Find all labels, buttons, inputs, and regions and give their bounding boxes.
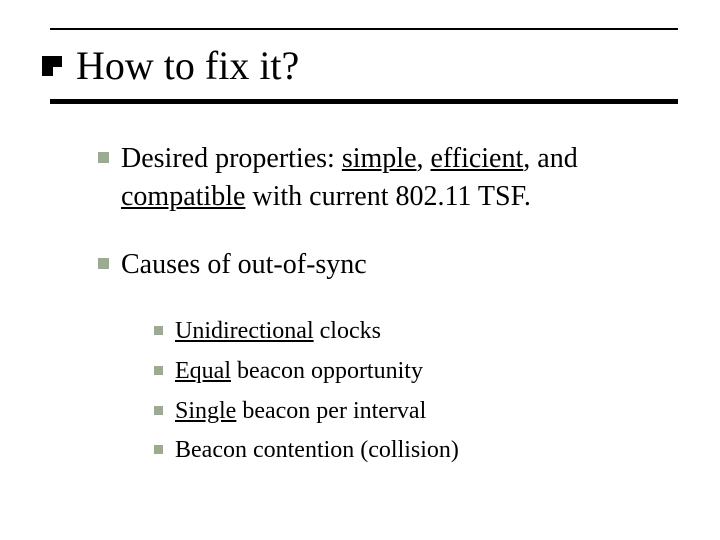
slide-title: How to fix it? — [76, 42, 299, 89]
underlined-text: Unidirectional — [175, 318, 314, 344]
text-fragment: , — [417, 143, 431, 174]
bullet-l2-text: Single beacon per interval — [175, 395, 426, 429]
bullet-l2: Unidirectional clocks — [154, 315, 668, 349]
bullet-l2-text: Equal beacon opportunity — [175, 355, 423, 389]
text-fragment: Beacon contention (collision) — [175, 437, 459, 463]
slide: How to fix it? Desired properties: simpl… — [0, 0, 720, 468]
square-bullet-icon — [154, 366, 163, 375]
text-fragment: beacon opportunity — [231, 358, 423, 384]
text-fragment: , and — [523, 143, 577, 174]
bullet-l1: Causes of out-of-sync — [98, 246, 668, 284]
text-fragment: beacon per interval — [236, 398, 426, 424]
square-bullet-icon — [154, 326, 163, 335]
underlined-text: Equal — [175, 358, 231, 384]
underlined-text: Single — [175, 398, 236, 424]
underlined-text: efficient — [431, 143, 524, 174]
text-fragment: Desired properties: — [121, 143, 342, 174]
square-bullet-icon — [98, 152, 109, 163]
bullet-l2-text: Unidirectional clocks — [175, 315, 381, 349]
slide-body: Desired properties: simple, efficient, a… — [42, 104, 678, 468]
bullet-l2: Single beacon per interval — [154, 395, 668, 429]
bullet-l2-text: Beacon contention (collision) — [175, 434, 459, 468]
square-bullet-icon — [154, 445, 163, 454]
title-row: How to fix it? — [42, 30, 678, 99]
square-bullet-icon — [154, 406, 163, 415]
text-fragment: clocks — [314, 318, 381, 344]
text-fragment: with current 802.11 TSF. — [245, 181, 531, 212]
square-bullet-icon — [98, 258, 109, 269]
bullet-l1-text: Desired properties: simple, efficient, a… — [121, 140, 668, 216]
bullet-l1: Desired properties: simple, efficient, a… — [98, 140, 668, 216]
underlined-text: simple — [342, 143, 417, 174]
bullet-l2: Equal beacon opportunity — [154, 355, 668, 389]
bullet-l2: Beacon contention (collision) — [154, 434, 668, 468]
underlined-text: compatible — [121, 181, 245, 212]
sub-bullet-list: Unidirectional clocks Equal beacon oppor… — [98, 313, 668, 467]
title-bullet-icon — [42, 56, 62, 76]
bullet-l1-text: Causes of out-of-sync — [121, 246, 367, 284]
